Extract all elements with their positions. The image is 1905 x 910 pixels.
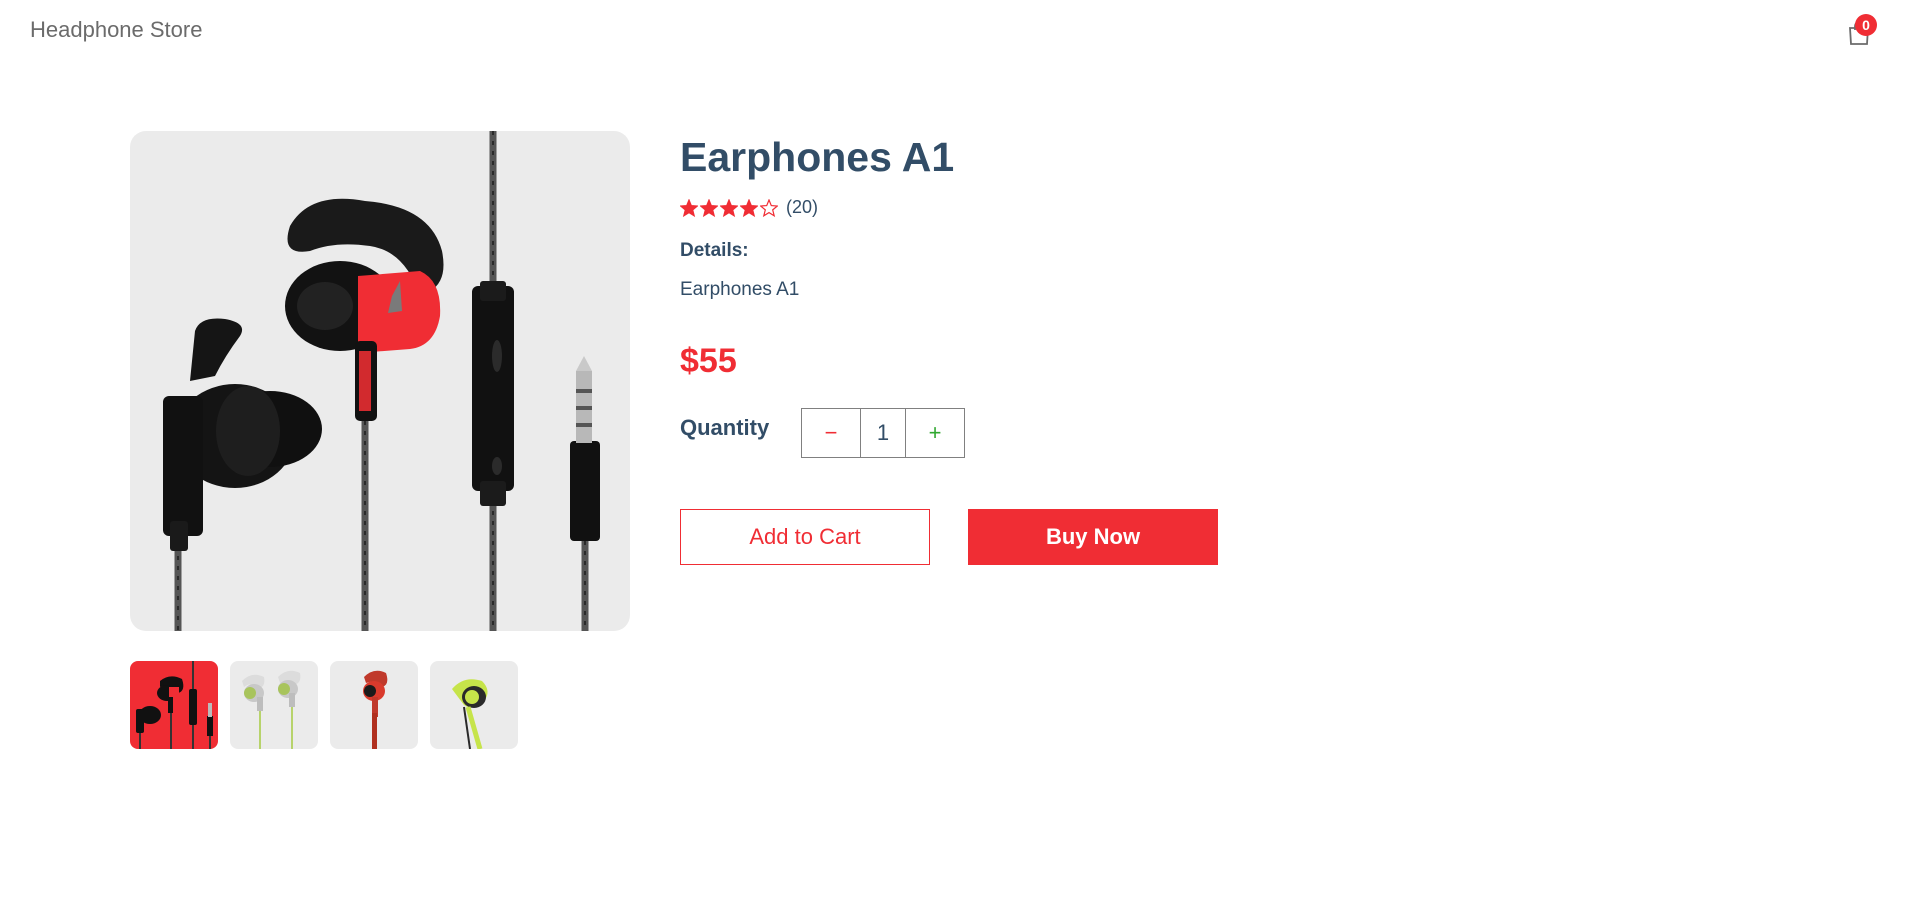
store-logo[interactable]: Headphone Store — [30, 17, 202, 43]
star-outline-icon — [760, 198, 778, 217]
star-filled-icon — [700, 198, 718, 217]
review-count: (20) — [786, 197, 819, 217]
thumbnail-black-red-earphones[interactable] — [130, 661, 218, 749]
rating-stars — [680, 198, 778, 217]
quantity-label: Quantity — [680, 415, 770, 440]
plus-button[interactable]: + — [906, 409, 964, 457]
quantity-value: 1 — [861, 409, 906, 457]
details-heading: Details: — [680, 240, 749, 261]
add-to-cart-button[interactable]: Add to Cart — [680, 509, 930, 565]
thumbnail-white-lime-earphones[interactable] — [230, 661, 318, 749]
thumbnail-lime-earphone[interactable] — [430, 661, 518, 749]
navbar: Headphone Store 0 — [0, 0, 1905, 60]
product-rating: (20) — [680, 197, 818, 218]
star-filled-icon — [680, 198, 698, 217]
minus-button[interactable]: − — [802, 409, 861, 457]
quantity-stepper: − 1 + — [801, 408, 965, 458]
star-filled-icon — [720, 198, 738, 217]
buy-now-button[interactable]: Buy Now — [968, 509, 1218, 565]
product-price: $55 — [680, 342, 737, 380]
cart-count-badge: 0 — [1855, 14, 1877, 36]
product-title: Earphones A1 — [680, 134, 955, 180]
product-main-image — [130, 131, 630, 631]
details-text: Earphones A1 — [680, 279, 800, 300]
star-filled-icon — [740, 198, 758, 217]
cart-button[interactable]: 0 — [1841, 14, 1877, 50]
earphones-image — [163, 131, 600, 631]
thumbnail-red-earphone[interactable] — [330, 661, 418, 749]
